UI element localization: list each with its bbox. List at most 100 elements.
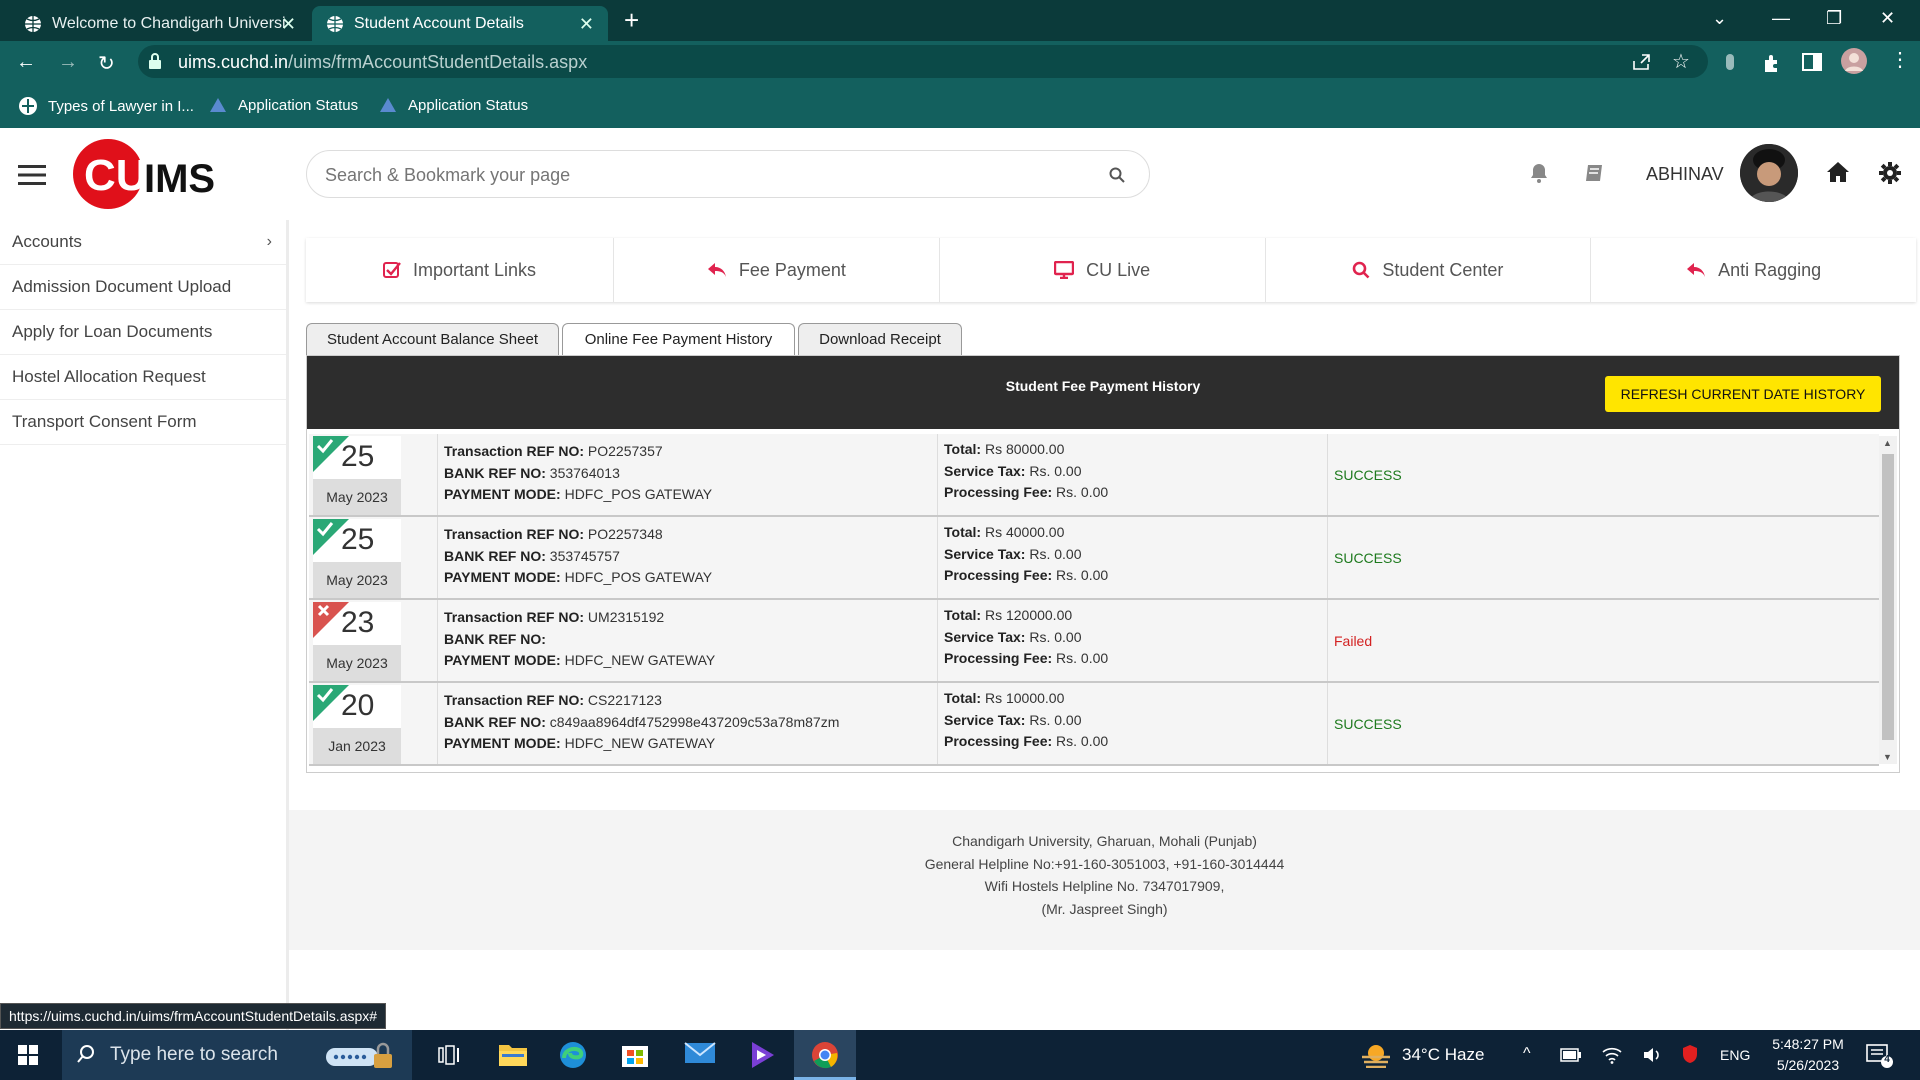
chrome-icon — [810, 1040, 840, 1070]
kebab-menu-icon[interactable]: ⋮ — [1890, 47, 1910, 72]
refresh-history-button[interactable]: REFRESH CURRENT DATE HISTORY — [1605, 376, 1881, 412]
windows-start-icon[interactable] — [18, 1045, 38, 1065]
restore-button[interactable]: ❐ — [1826, 8, 1842, 29]
close-window-button[interactable]: ✕ — [1880, 8, 1895, 29]
file-explorer-icon[interactable] — [498, 1040, 528, 1068]
star-icon[interactable]: ☆ — [1672, 49, 1690, 74]
side-panel-icon[interactable] — [1802, 53, 1822, 71]
quick-link-fee-payment[interactable]: Fee Payment — [614, 238, 940, 302]
sidebar-item-label: Hostel Allocation Request — [12, 367, 206, 386]
search-icon[interactable] — [1109, 167, 1125, 183]
quick-link-student-center[interactable]: Student Center — [1266, 238, 1592, 302]
browser-tab-welcome[interactable]: Welcome to Chandigarh Universi ✕ — [10, 6, 310, 41]
txn-ref-label: Transaction REF NO: — [444, 443, 585, 459]
edge-browser-icon[interactable] — [558, 1040, 588, 1070]
forward-arrow-icon[interactable]: → — [58, 51, 78, 74]
sidebar-item-accounts[interactable]: Accounts › — [0, 220, 286, 265]
reload-icon[interactable]: ↻ — [98, 51, 115, 76]
back-arrow-icon[interactable]: ← — [16, 51, 36, 74]
hamburger-menu-icon[interactable] — [18, 164, 46, 186]
processing-fee-value: Rs. 0.00 — [1056, 567, 1109, 583]
scroll-down-arrow-icon[interactable]: ▼ — [1883, 752, 1892, 762]
tab-search-chevron-icon[interactable]: ⌄ — [1712, 8, 1727, 29]
weather-text[interactable]: 34°C Haze — [1402, 1045, 1484, 1065]
battery-icon[interactable] — [1560, 1048, 1582, 1062]
footer-address: Chandigarh University, Gharuan, Mohali (… — [952, 833, 1257, 849]
page-search-input[interactable] — [325, 163, 1085, 187]
url-field[interactable]: uims.cuchd.in/uims/frmAccountStudentDeta… — [138, 45, 1708, 78]
home-icon[interactable] — [1826, 161, 1850, 183]
tab-download-receipt[interactable]: Download Receipt — [798, 323, 962, 355]
service-tax-value: Rs. 0.00 — [1029, 462, 1082, 479]
book-icon[interactable] — [1584, 164, 1604, 182]
speaker-icon[interactable] — [1642, 1046, 1662, 1064]
scroll-up-arrow-icon[interactable]: ▲ — [1883, 438, 1892, 448]
minimize-button[interactable]: — — [1772, 8, 1790, 29]
bell-icon[interactable] — [1530, 163, 1548, 183]
transaction-details: Transaction REF NO: UM2315192 BANK REF NO… — [437, 600, 937, 681]
sidebar-item-hostel-allocation-request[interactable]: Hostel Allocation Request — [0, 355, 286, 400]
txn-ref-value: PO2257357 — [587, 443, 663, 459]
taskbar-search-box[interactable]: Type here to search — [62, 1030, 412, 1080]
bank-ref-line: BANK REF NO: — [444, 629, 937, 651]
table-row: 25 May 2023 Transaction REF NO: PO2257348 B… — [309, 517, 1879, 600]
sidebar-item-apply-for-loan-documents[interactable]: Apply for Loan Documents — [0, 310, 286, 355]
svg-text:CU: CU — [84, 151, 148, 200]
share-icon[interactable] — [1632, 53, 1652, 71]
profile-avatar-icon[interactable] — [1840, 47, 1868, 75]
processing-fee-label: Processing Fee: — [944, 650, 1053, 666]
bank-ref-value: 353745757 — [549, 547, 620, 564]
gear-icon[interactable] — [1878, 161, 1902, 185]
sidebar-item-admission-document-upload[interactable]: Admission Document Upload — [0, 265, 286, 310]
tab-label: Download Receipt — [819, 331, 941, 348]
transaction-amounts: Total: Rs 10000.00 Service Tax: Rs. 0.00 P… — [937, 683, 1327, 764]
taskbar-clock[interactable]: 5:48:27 PM 5/26/2023 — [1768, 1034, 1848, 1076]
extension-icon[interactable] — [1723, 53, 1737, 71]
notification-center-icon[interactable]: 4 — [1866, 1043, 1894, 1069]
bookmark-types-of-lawyer[interactable]: Types of Lawyer in I... — [18, 96, 194, 116]
tab-label: Student Account Balance Sheet — [327, 331, 538, 348]
globe-icon — [326, 15, 344, 33]
mail-icon[interactable] — [684, 1040, 716, 1066]
bookmark-application-status-2[interactable]: Application Status — [378, 96, 528, 114]
page-search-box — [306, 150, 1150, 198]
quick-link-anti-ragging[interactable]: Anti Ragging — [1591, 238, 1916, 302]
username-label[interactable]: ABHINAV — [1646, 164, 1724, 185]
bookmark-application-status-1[interactable]: Application Status — [208, 96, 358, 114]
tab-online-fee-payment-history[interactable]: Online Fee Payment History — [562, 323, 795, 355]
bank-ref-line: BANK REF NO: 353745757 — [444, 546, 937, 568]
bank-ref-value: c849aa8964df4752998e437209c53a78m87zm — [549, 713, 840, 730]
puzzle-icon[interactable] — [1762, 53, 1782, 73]
bookmarks-bar: Types of Lawyer in I... Application Stat… — [0, 82, 1920, 128]
language-indicator[interactable]: ENG — [1720, 1047, 1750, 1063]
cuims-logo[interactable]: CU IMS — [70, 134, 220, 214]
sidebar-item-label: Accounts — [12, 232, 82, 251]
txn-ref-line: Transaction REF NO: PO2257348 — [444, 524, 937, 546]
total-label: Total: — [944, 441, 982, 457]
processing-fee-line: Processing Fee: Rs. 0.00 — [944, 482, 1327, 504]
close-icon[interactable]: ✕ — [579, 14, 594, 35]
quick-link-important-links[interactable]: Important Links — [306, 238, 614, 302]
service-tax-line: Service Tax: Rs. 0.00 — [944, 461, 1327, 483]
wifi-icon[interactable] — [1602, 1046, 1622, 1064]
new-tab-button[interactable]: + — [624, 7, 639, 33]
payment-mode-line: PAYMENT MODE: HDFC_NEW GATEWAY — [444, 650, 937, 672]
chevron-up-icon[interactable]: ^ — [1523, 1045, 1531, 1063]
scrollbar-thumb[interactable] — [1882, 454, 1894, 740]
url-host: uims.cuchd.in — [178, 52, 289, 72]
scrollbar[interactable]: ▲ ▼ — [1879, 436, 1897, 764]
weather-haze-icon[interactable] — [1360, 1042, 1392, 1068]
tab-student-account-balance-sheet[interactable]: Student Account Balance Sheet — [306, 323, 559, 355]
user-avatar[interactable] — [1740, 144, 1798, 202]
browser-tab-student-account[interactable]: Student Account Details ✕ — [312, 6, 608, 41]
quick-link-label: Anti Ragging — [1718, 259, 1822, 280]
quick-link-cu-live[interactable]: CU Live — [940, 238, 1266, 302]
sidebar-item-transport-consent-form[interactable]: Transport Consent Form — [0, 400, 286, 445]
media-player-icon[interactable] — [748, 1040, 776, 1070]
task-view-icon[interactable] — [438, 1045, 460, 1065]
search-icon — [1352, 261, 1370, 279]
close-icon[interactable]: ✕ — [281, 14, 296, 35]
taskbar-chrome-active[interactable] — [794, 1030, 856, 1080]
microsoft-store-icon[interactable] — [620, 1040, 650, 1068]
antivirus-shield-icon[interactable] — [1682, 1044, 1698, 1064]
